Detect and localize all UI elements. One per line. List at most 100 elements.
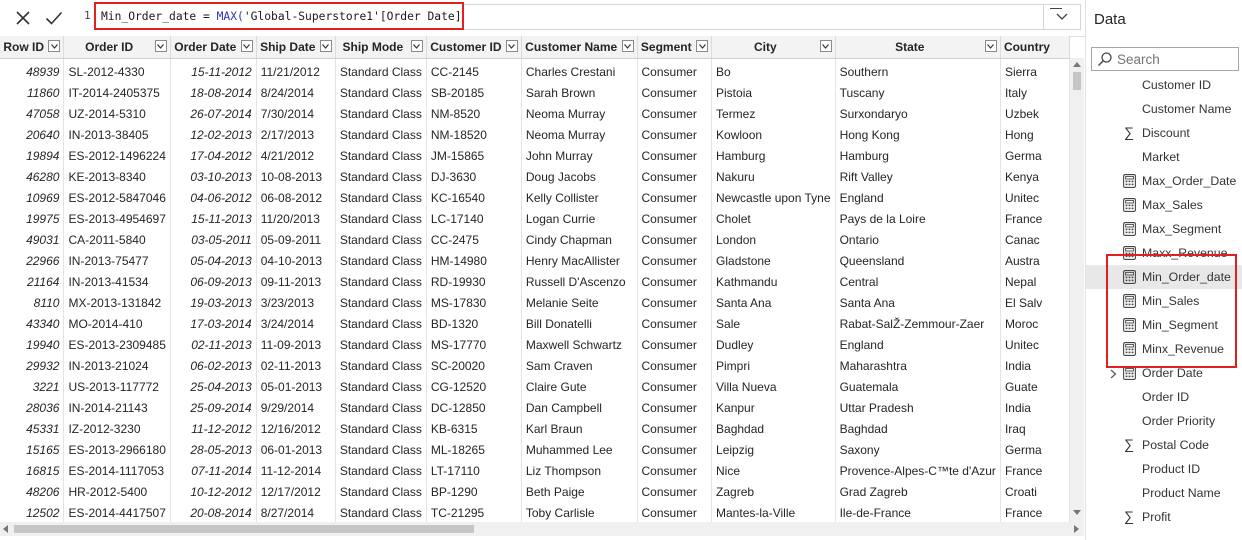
formula-input-extension[interactable] [464,4,1043,30]
data-pane-title: Data [1094,11,1126,28]
column-filter-button[interactable] [621,40,634,52]
table-cell: 05-04-2013 [170,250,257,271]
field-item[interactable]: ∑ Profit [1086,505,1242,529]
chevron-right-icon[interactable] [1110,368,1117,382]
field-label: Market [1142,150,1180,164]
table-cell: Charles Crestani [521,58,638,82]
column-filter-button[interactable] [984,40,997,52]
table-row[interactable]: 46280 KE-2013-8340 03-10-2013 10-08-2013 Sta… [0,166,1070,187]
table-row[interactable]: 21164 IN-2013-41534 06-09-2013 09-11-2013 St… [0,271,1070,292]
column-filter-button[interactable] [240,40,253,52]
table-row[interactable]: 11860 IT-2014-2405375 18-08-2014 8/24/2014 S… [0,82,1070,103]
table-row[interactable]: 8110 MX-2013-131842 19-03-2013 3/23/2013 Sta… [0,292,1070,313]
table-row[interactable]: 20640 IN-2013-38405 12-02-2013 2/17/2013 Sta… [0,124,1070,145]
table-cell: ML-18265 [426,439,522,460]
table-cell: Standard Class [335,229,427,250]
field-item[interactable]: Max_Sales [1086,193,1242,217]
table-row[interactable]: 48939 SL-2012-4330 15-11-2012 11/21/2012 Sta… [0,58,1070,82]
column-header[interactable]: Customer ID [426,36,522,59]
table-cell: KC-16540 [426,187,522,208]
column-filter-button[interactable] [410,40,423,52]
column-filter-button[interactable] [696,40,709,52]
table-row[interactable]: 19940 ES-2013-2309485 02-11-2013 11-09-2013… [0,334,1070,355]
field-item[interactable]: Max_Segment [1086,217,1242,241]
field-item[interactable]: Customer ID [1086,73,1242,97]
column-header[interactable]: Order ID [63,36,171,59]
scroll-up-icon[interactable] [1073,62,1081,67]
table-cell: Bill Donatelli [521,313,638,334]
column-header[interactable]: Ship Date [256,36,336,59]
table-row[interactable]: 3221 US-2013-117772 25-04-2013 05-01-2013 St… [0,376,1070,397]
cancel-formula-button[interactable] [10,6,36,30]
column-header[interactable]: Country [1000,36,1070,59]
horizontal-scrollbar[interactable] [0,522,1084,536]
table-row[interactable]: 15165 ES-2013-2966180 28-05-2013 06-01-2013… [0,439,1070,460]
field-item[interactable]: Product ID [1086,457,1242,481]
table-cell: 11/21/2012 [256,58,336,82]
table-row[interactable]: 22966 IN-2013-75477 05-04-2013 04-10-2013 St… [0,250,1070,271]
scroll-down-icon[interactable] [1073,510,1081,515]
table-row[interactable]: 19894 ES-2012-1496224 17-04-2012 4/21/2012 S… [0,145,1070,166]
table-row[interactable]: 19975 ES-2013-4954697 15-11-2013 11/20/2013… [0,208,1070,229]
commit-formula-button[interactable] [41,6,67,30]
field-item[interactable]: Max_Order_Date [1086,169,1242,193]
table-cell: Standard Class [335,292,427,313]
table-cell: 28-05-2013 [170,439,257,460]
expand-formula-button[interactable] [1043,4,1081,30]
scroll-right-icon[interactable] [1074,525,1079,533]
field-item[interactable]: Product Name [1086,481,1242,505]
field-item[interactable]: ∑ Postal Code [1086,433,1242,457]
table-cell: Kanpur [711,397,836,418]
column-filter-button[interactable] [154,40,167,52]
column-filter-button[interactable] [319,40,332,52]
table-cell: 03-05-2011 [170,229,257,250]
table-row[interactable]: 16815 ES-2014-1117053 07-11-2014 11-12-2014… [0,460,1070,481]
table-cell: 06-02-2013 [170,355,257,376]
measure-name-token: Min_Order_date [101,9,197,23]
table-row[interactable]: 48206 HR-2012-5400 10-12-2012 12/17/2012 Sta… [0,481,1070,502]
column-header[interactable]: Order Date [170,36,257,59]
table-row[interactable]: 45331 IZ-2012-3230 11-12-2012 12/16/2012 Sta… [0,418,1070,439]
table-row[interactable]: 49031 CA-2011-5840 03-05-2011 05-09-2011 Sta… [0,229,1070,250]
table-row[interactable]: 12502 ES-2014-4417507 20-08-2014 8/27/2014 S… [0,502,1070,522]
formula-input[interactable]: Min_Order_date = MAX('Global-Superstore1… [94,2,464,30]
table-cell: 05-01-2013 [256,376,336,397]
table-row[interactable]: 10969 ES-2012-5847046 04-06-2012 06-08-2012… [0,187,1070,208]
scroll-left-icon[interactable] [3,525,8,533]
column-header[interactable]: Segment [637,36,713,59]
table-cell: Standard Class [335,313,427,334]
table-cell: MO-2014-410 [63,313,171,334]
field-item[interactable]: Market [1086,145,1242,169]
column-filter-button[interactable] [505,40,518,52]
column-filter-button[interactable] [48,40,61,52]
column-header[interactable]: Ship Mode [335,36,427,59]
table-cell: Muhammed Lee [521,439,638,460]
table-cell: UZ-2014-5310 [63,103,171,124]
column-header[interactable]: State [835,36,1001,59]
column-header[interactable]: Row ID [0,36,65,59]
vertical-scroll-thumb[interactable] [1073,72,1081,90]
vertical-scrollbar[interactable] [1070,58,1084,522]
search-input[interactable] [1117,51,1227,67]
column-header[interactable]: Customer Name [521,36,638,59]
table-cell: Standard Class [335,124,427,145]
table-cell: US-2013-117772 [63,376,171,397]
table-row[interactable]: 47058 UZ-2014-5310 26-07-2014 7/30/2014 Stan… [0,103,1070,124]
column-header[interactable]: City [711,36,836,59]
table-row[interactable]: 28036 IN-2014-21143 25-09-2014 9/29/2014 Sta… [0,397,1070,418]
table-cell: Surxondaryo [835,103,1001,124]
formula-line-number: 1 [84,9,91,22]
field-item[interactable]: Customer Name [1086,97,1242,121]
table-cell: SC-20020 [426,355,522,376]
column-filter-button[interactable] [819,40,832,52]
field-item[interactable]: Order Priority [1086,409,1242,433]
horizontal-scroll-thumb[interactable] [14,525,474,533]
field-label: Customer Name [1142,102,1232,116]
table-row[interactable]: 43340 MO-2014-410 17-03-2014 3/24/2014 Stand… [0,313,1070,334]
field-search-box[interactable] [1091,47,1239,71]
field-item[interactable]: Order ID [1086,385,1242,409]
table-cell: 29932 [0,355,65,376]
field-item[interactable]: ∑ Discount [1086,121,1242,145]
table-row[interactable]: 29932 IN-2013-21024 06-02-2013 02-11-2013 St… [0,355,1070,376]
table-cell: Standard Class [335,103,427,124]
